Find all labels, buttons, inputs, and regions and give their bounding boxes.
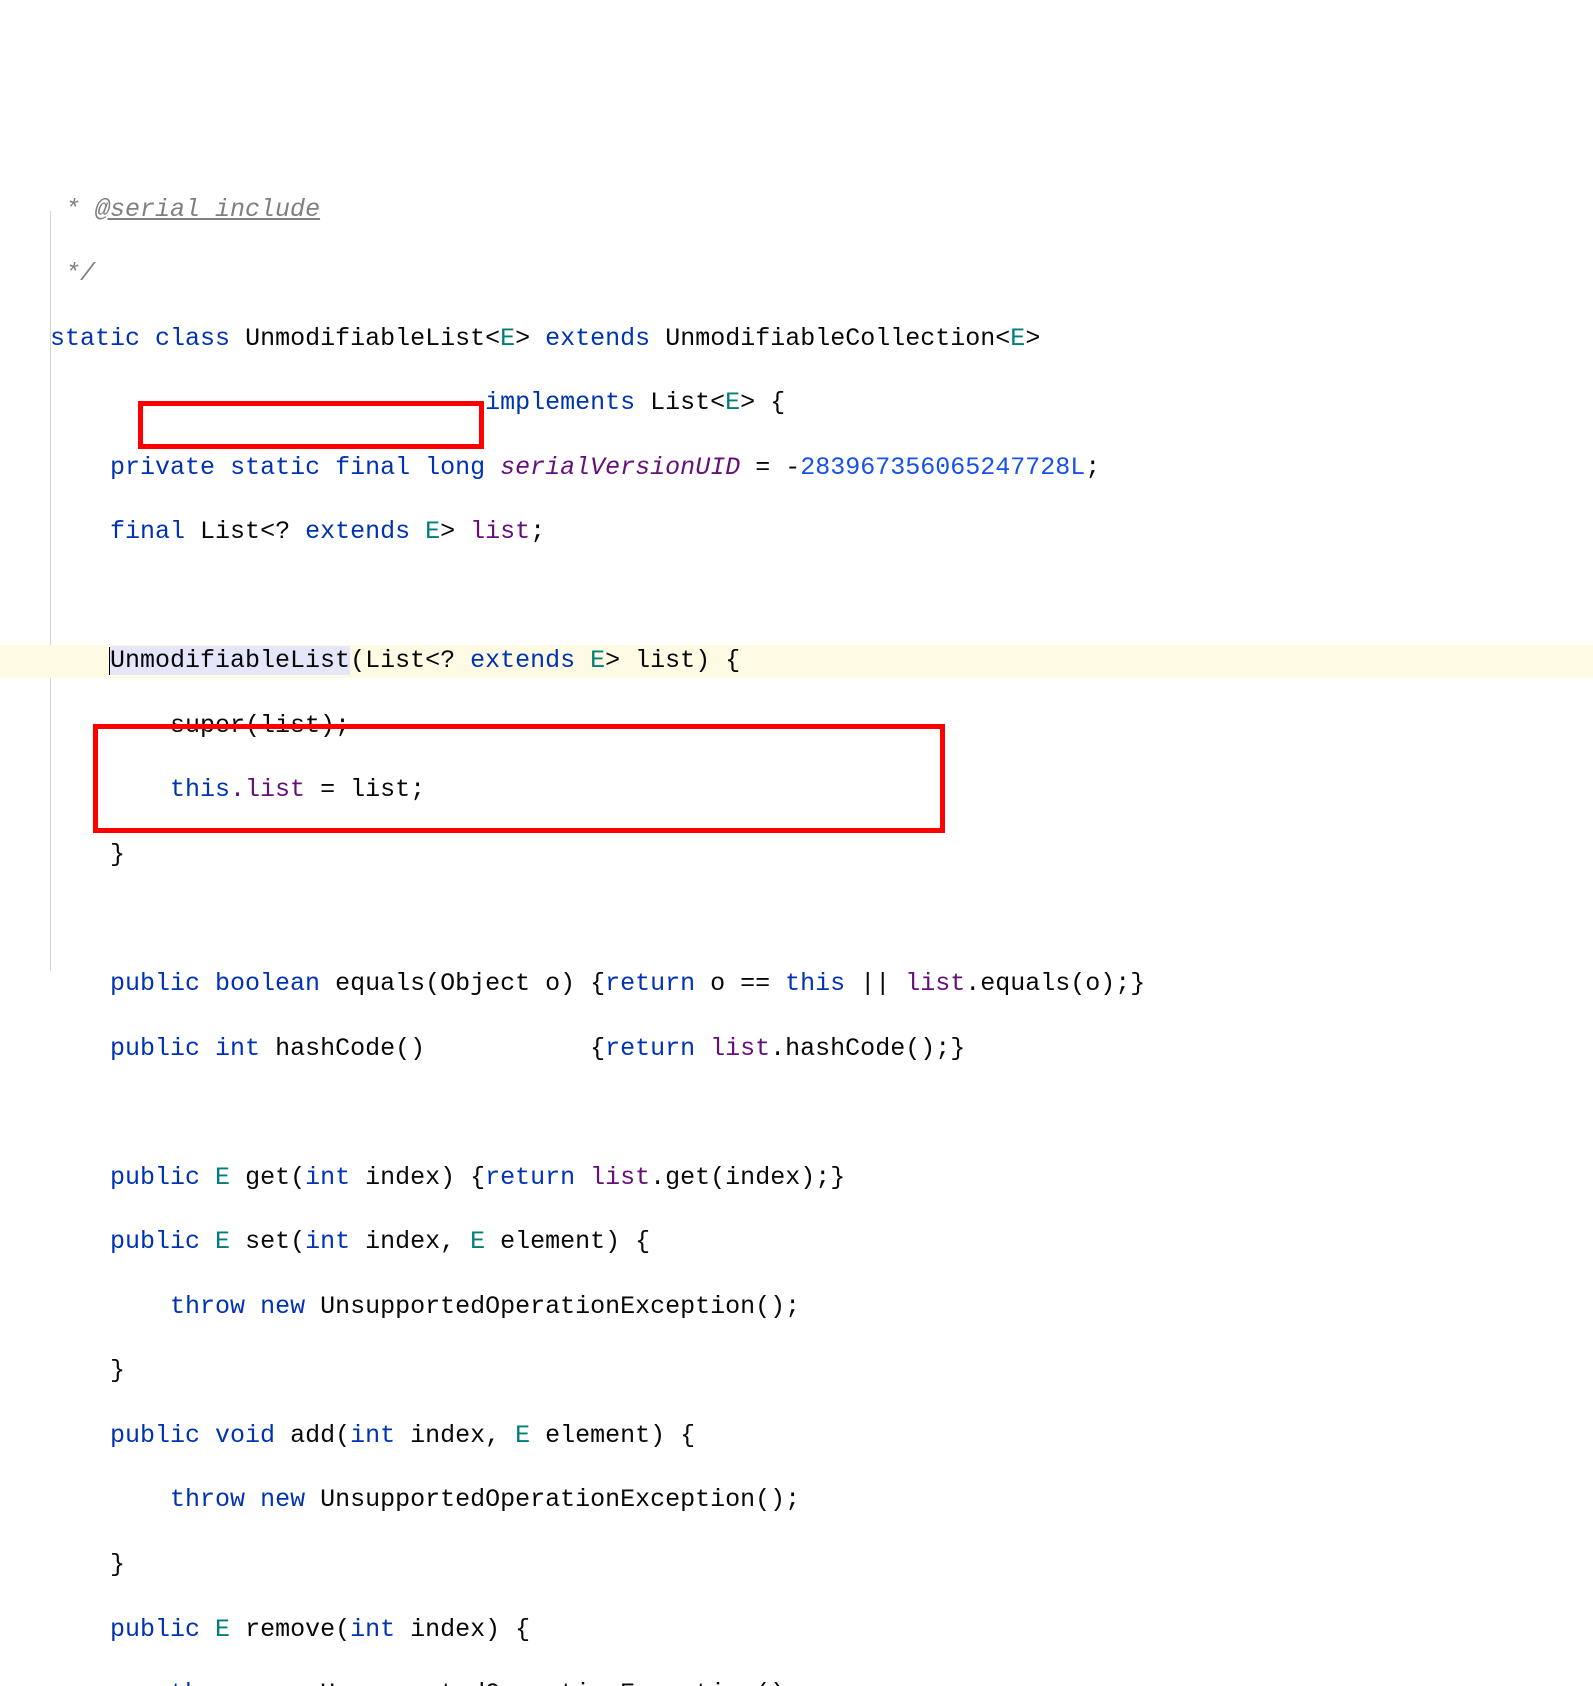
code-line: implements List<E> { — [0, 387, 1593, 419]
code-line: public boolean equals(Object o) {return … — [0, 968, 1593, 1000]
code-line: final List<? extends E> list; — [0, 516, 1593, 548]
code-line: public E remove(int index) { — [0, 1614, 1593, 1646]
code-line: super(list); — [0, 710, 1593, 742]
code-line: public E set(int index, E element) { — [0, 1226, 1593, 1258]
code-line-caret: UnmodifiableList(List<? extends E> list)… — [0, 645, 1593, 677]
code-line — [0, 1097, 1593, 1129]
code-line: throw new UnsupportedOperationException(… — [0, 1291, 1593, 1323]
code-line: public void add(int index, E element) { — [0, 1420, 1593, 1452]
code-line: private static final long serialVersionU… — [0, 452, 1593, 484]
code-line — [0, 904, 1593, 936]
code-line: * @serial include — [0, 194, 1593, 226]
code-line: this.list = list; — [0, 774, 1593, 806]
javadoc-tag: @serial include — [95, 195, 320, 224]
code-line: public E get(int index) {return list.get… — [0, 1162, 1593, 1194]
code-line: throw new UnsupportedOperationException(… — [0, 1678, 1593, 1686]
code-line: throw new UnsupportedOperationException(… — [0, 1484, 1593, 1516]
code-line: */ — [0, 258, 1593, 290]
code-line: public int hashCode() {return list.hashC… — [0, 1033, 1593, 1065]
code-line: } — [0, 1549, 1593, 1581]
ctor-name: UnmodifiableList — [110, 646, 350, 675]
code-editor[interactable]: * @serial include */ static class Unmodi… — [0, 129, 1593, 1686]
code-line: } — [0, 1355, 1593, 1387]
code-line: static class UnmodifiableList<E> extends… — [0, 323, 1593, 355]
code-line: } — [0, 839, 1593, 871]
code-line — [0, 581, 1593, 613]
